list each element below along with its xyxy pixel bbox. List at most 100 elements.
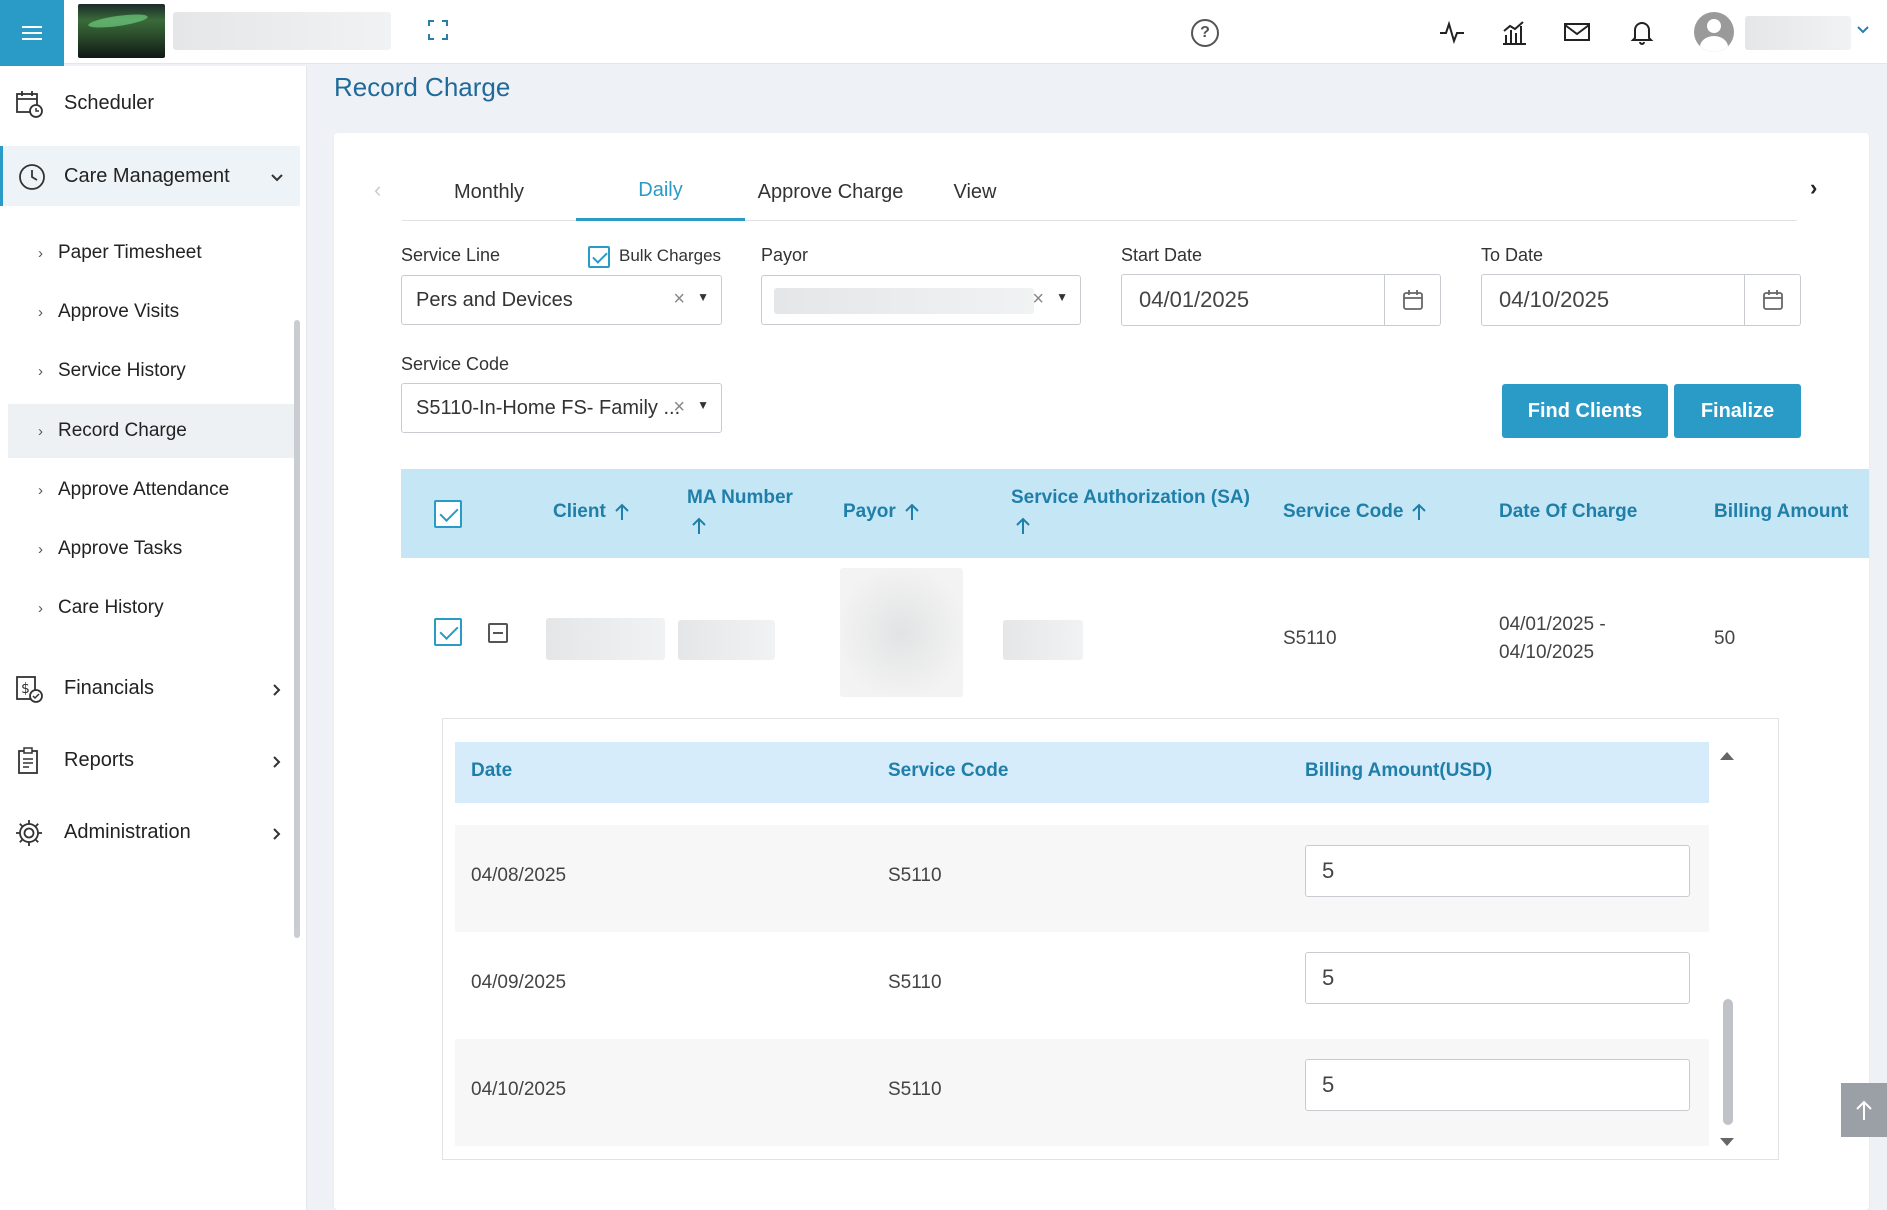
column-header-service-authorization[interactable]: Service Authorization (SA) <box>1011 484 1250 540</box>
caret-down-icon[interactable]: ▼ <box>697 290 709 304</box>
detail-service-code: S5110 <box>888 1079 942 1100</box>
sidebar-subitem-approve-attendance[interactable]: › Approve Attendance <box>8 463 294 517</box>
column-header-ma-number[interactable]: MA Number <box>687 484 793 540</box>
tab-monthly[interactable]: Monthly <box>402 163 576 221</box>
finalize-button[interactable]: Finalize <box>1674 384 1801 438</box>
analytics-chart-icon[interactable] <box>1500 18 1528 46</box>
billing-amount-input[interactable]: 5 <box>1305 1059 1690 1111</box>
billing-amount-value: 5 <box>1322 1072 1335 1097</box>
sidebar-item-scheduler[interactable]: Scheduler <box>0 73 300 133</box>
column-header-service-code: Service Code <box>888 760 1009 781</box>
scroll-down-icon[interactable] <box>1720 1138 1734 1146</box>
tab-prev-icon[interactable]: ‹ <box>374 177 381 203</box>
sidebar-subitem-care-history[interactable]: › Care History <box>8 581 294 635</box>
sort-arrow-icon <box>905 503 919 520</box>
billing-amount-input[interactable]: 5 <box>1305 845 1690 897</box>
activity-pulse-icon[interactable] <box>1438 18 1466 46</box>
sidebar-item-care-management[interactable]: Care Management <box>0 146 300 206</box>
bulk-charges-checkbox[interactable] <box>588 246 610 268</box>
sidebar-subitem-label: Paper Timesheet <box>58 242 202 263</box>
clear-icon[interactable]: × <box>673 288 685 311</box>
to-date-input[interactable]: 04/10/2025 <box>1481 274 1801 326</box>
detail-date: 04/10/2025 <box>471 1079 567 1100</box>
mail-icon[interactable] <box>1563 18 1591 46</box>
sidebar-subitem-service-history[interactable]: › Service History <box>8 344 294 398</box>
column-header-date-of-charge[interactable]: Date Of Charge <box>1499 498 1637 526</box>
tab-view[interactable]: View <box>916 163 1034 221</box>
gear-icon <box>14 818 44 848</box>
to-date-label: To Date <box>1481 245 1544 265</box>
sidebar-subitem-record-charge[interactable]: › Record Charge <box>8 404 294 458</box>
billing-amount-input[interactable]: 5 <box>1305 952 1690 1004</box>
sidebar-item-financials[interactable]: $ Financials <box>0 658 300 718</box>
hamburger-menu-icon[interactable] <box>0 0 64 66</box>
start-date-value: 04/01/2025 <box>1139 287 1250 312</box>
column-label: MA Number <box>687 487 793 508</box>
find-clients-button[interactable]: Find Clients <box>1502 384 1668 438</box>
chevron-right-icon: › <box>38 362 43 380</box>
scroll-to-top-button[interactable] <box>1841 1083 1887 1137</box>
page-title: Record Charge <box>334 72 511 102</box>
sidebar-item-administration[interactable]: Administration <box>0 802 300 862</box>
service-line-label: Service Line <box>401 245 501 265</box>
clock-icon <box>17 162 47 192</box>
detail-scrollbar[interactable] <box>1723 999 1733 1125</box>
service-line-value: Pers and Devices <box>416 288 573 311</box>
redacted-agency-name <box>173 12 391 50</box>
row-checkbox[interactable] <box>434 618 462 646</box>
select-all-checkbox[interactable] <box>434 500 462 528</box>
column-label: Payor <box>843 501 896 522</box>
chevron-down-icon[interactable] <box>1856 22 1870 36</box>
calendar-icon[interactable] <box>1384 275 1440 325</box>
caret-down-icon[interactable]: ▼ <box>1056 290 1068 304</box>
payor-select[interactable]: × ▼ <box>761 275 1081 325</box>
chevron-right-icon: › <box>38 244 43 262</box>
redacted-user-name[interactable] <box>1745 16 1851 50</box>
record-charge-card: ‹ Monthly Daily Approve Charge View › Se… <box>334 133 1869 1210</box>
sidebar-subitem-label: Care History <box>58 597 164 618</box>
sidebar-subitem-approve-visits[interactable]: › Approve Visits <box>8 285 294 339</box>
detail-date: 04/08/2025 <box>471 865 567 886</box>
collapse-row-icon[interactable] <box>488 623 508 643</box>
row-date-of-charge-start: 04/01/2025 - <box>1499 614 1606 635</box>
payor-label: Payor <box>761 245 809 265</box>
sidebar-subitem-approve-tasks[interactable]: › Approve Tasks <box>8 522 294 576</box>
sidebar-item-reports[interactable]: Reports <box>0 730 300 790</box>
redacted-ma-number <box>678 620 775 660</box>
clear-icon[interactable]: × <box>673 396 685 419</box>
sidebar-subitem-label: Approve Visits <box>58 301 180 322</box>
fullscreen-icon[interactable] <box>428 20 448 40</box>
service-code-select[interactable]: S5110-In-Home FS- Family ... × ▼ <box>401 383 722 433</box>
calendar-clock-icon <box>14 89 44 119</box>
sidebar-subitem-paper-timesheet[interactable]: › Paper Timesheet <box>8 226 294 280</box>
tab-bar: Monthly Daily Approve Charge View <box>402 163 1797 221</box>
redacted-payor-value <box>774 288 1034 314</box>
tab-approve-charge[interactable]: Approve Charge <box>745 163 916 221</box>
scroll-up-icon[interactable] <box>1720 752 1734 760</box>
user-avatar-icon[interactable] <box>1694 12 1734 52</box>
sidebar-subitem-label: Service History <box>58 360 186 381</box>
calendar-icon[interactable] <box>1744 275 1800 325</box>
start-date-input[interactable]: 04/01/2025 <box>1121 274 1441 326</box>
sidebar: Scheduler Care Management › Paper Timesh… <box>0 66 307 1210</box>
help-icon[interactable]: ? <box>1191 19 1219 47</box>
clear-icon[interactable]: × <box>1032 288 1044 311</box>
column-header-billing-amount[interactable]: Billing Amount <box>1714 498 1848 526</box>
redacted-client <box>546 618 665 660</box>
column-label: Service Authorization (SA) <box>1011 487 1250 508</box>
tab-next-icon[interactable]: › <box>1810 175 1817 201</box>
chevron-right-icon: › <box>38 422 43 440</box>
column-header-client[interactable]: Client <box>553 498 630 526</box>
chevron-right-icon: › <box>38 303 43 321</box>
top-bar: ? <box>0 0 1887 66</box>
column-header-payor[interactable]: Payor <box>843 498 920 526</box>
column-header-service-code[interactable]: Service Code <box>1283 498 1427 526</box>
service-line-select[interactable]: Pers and Devices × ▼ <box>401 275 722 325</box>
detail-service-code: S5110 <box>888 865 942 886</box>
chevron-down-icon <box>270 168 284 182</box>
tab-daily[interactable]: Daily <box>576 163 745 221</box>
caret-down-icon[interactable]: ▼ <box>697 398 709 412</box>
chevron-right-icon: › <box>38 599 43 617</box>
sidebar-scrollbar[interactable] <box>294 320 300 938</box>
notification-bell-icon[interactable] <box>1628 18 1656 46</box>
